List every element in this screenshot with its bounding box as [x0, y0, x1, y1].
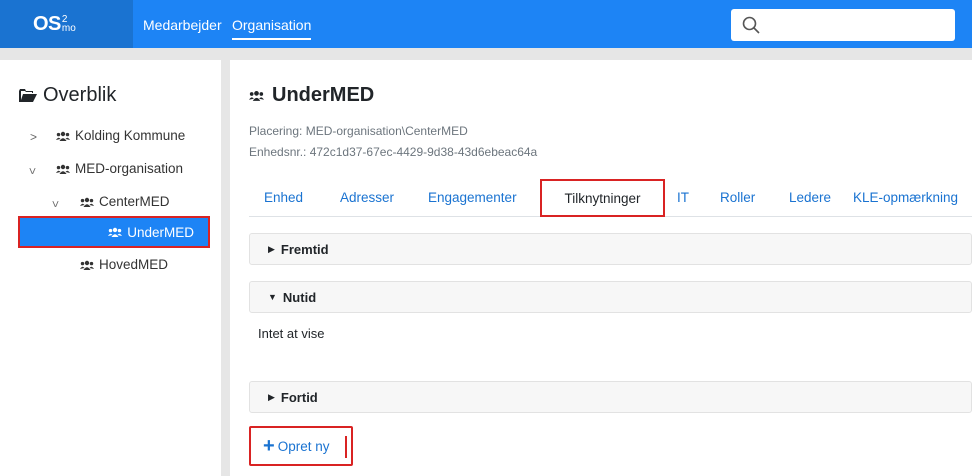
tab-tilknytninger[interactable]: Tilknytninger: [540, 179, 665, 217]
search-input[interactable]: [731, 9, 955, 41]
chevron-down-icon[interactable]: >: [49, 200, 63, 207]
tab-roller[interactable]: Roller: [720, 190, 755, 205]
chevron-right-icon[interactable]: >: [30, 130, 37, 144]
users-icon: [56, 164, 70, 174]
empty-message: Intet at vise: [258, 326, 325, 341]
plus-icon: +: [263, 435, 275, 457]
tree-item-undermed[interactable]: UnderMED: [18, 216, 210, 248]
create-new-button[interactable]: + Opret ny: [249, 426, 353, 466]
os2mo-logo[interactable]: OS 2 mo: [0, 0, 133, 48]
tree-item-hovedmed[interactable]: HovedMED: [80, 257, 168, 272]
tab-kle-opmaerkning[interactable]: KLE-opmærkning: [853, 190, 958, 205]
tree-item-centermed[interactable]: CenterMED: [80, 194, 170, 209]
users-icon: [80, 260, 94, 270]
users-icon: [249, 91, 264, 101]
unit-location: Placering: MED-organisation\CenterMED: [249, 124, 468, 138]
tree-item-kolding-kommune[interactable]: Kolding Kommune: [56, 128, 185, 143]
chevron-down-icon[interactable]: >: [26, 167, 40, 174]
caret-right-icon: ▶: [268, 243, 275, 254]
section-nutid[interactable]: ▼ Nutid: [249, 281, 972, 313]
logo-subscript: 2 mo: [61, 14, 76, 34]
text-cursor: [345, 436, 347, 458]
tab-enhed[interactable]: Enhed: [264, 190, 303, 205]
caret-down-icon: ▼: [268, 292, 277, 302]
section-fortid[interactable]: ▶ Fortid: [249, 381, 972, 413]
top-navbar: OS 2 mo Medarbejder Organisation: [0, 0, 972, 48]
tab-engagementer[interactable]: Engagementer: [428, 190, 517, 205]
nav-organisation[interactable]: Organisation: [232, 17, 312, 40]
tab-ledere[interactable]: Ledere: [789, 190, 831, 205]
tree-item-med-organisation[interactable]: MED-organisation: [56, 161, 183, 176]
tab-adresser[interactable]: Adresser: [340, 190, 394, 205]
unit-id: Enhedsnr.: 472c1d37-67ec-4429-9d38-43d6e…: [249, 145, 538, 159]
users-icon: [108, 227, 123, 237]
logo-text: OS: [33, 12, 61, 35]
section-fremtid[interactable]: ▶ Fremtid: [249, 233, 972, 265]
caret-right-icon: ▶: [268, 391, 275, 402]
sidebar: Overblik > Kolding Kommune > MED-organis…: [0, 60, 221, 476]
page-title: UnderMED: [249, 84, 374, 107]
search-icon: [742, 16, 760, 34]
sidebar-title: Overblik: [19, 84, 116, 107]
users-icon: [80, 197, 94, 207]
main-panel: UnderMED Placering: MED-organisation\Cen…: [230, 60, 972, 476]
folder-open-icon: [19, 88, 37, 102]
nav-medarbejder[interactable]: Medarbejder: [143, 17, 222, 33]
users-icon: [56, 131, 70, 141]
tab-it[interactable]: IT: [677, 190, 689, 205]
tab-bar: Enhed Adresser Engagementer Tilknytninge…: [249, 179, 972, 217]
